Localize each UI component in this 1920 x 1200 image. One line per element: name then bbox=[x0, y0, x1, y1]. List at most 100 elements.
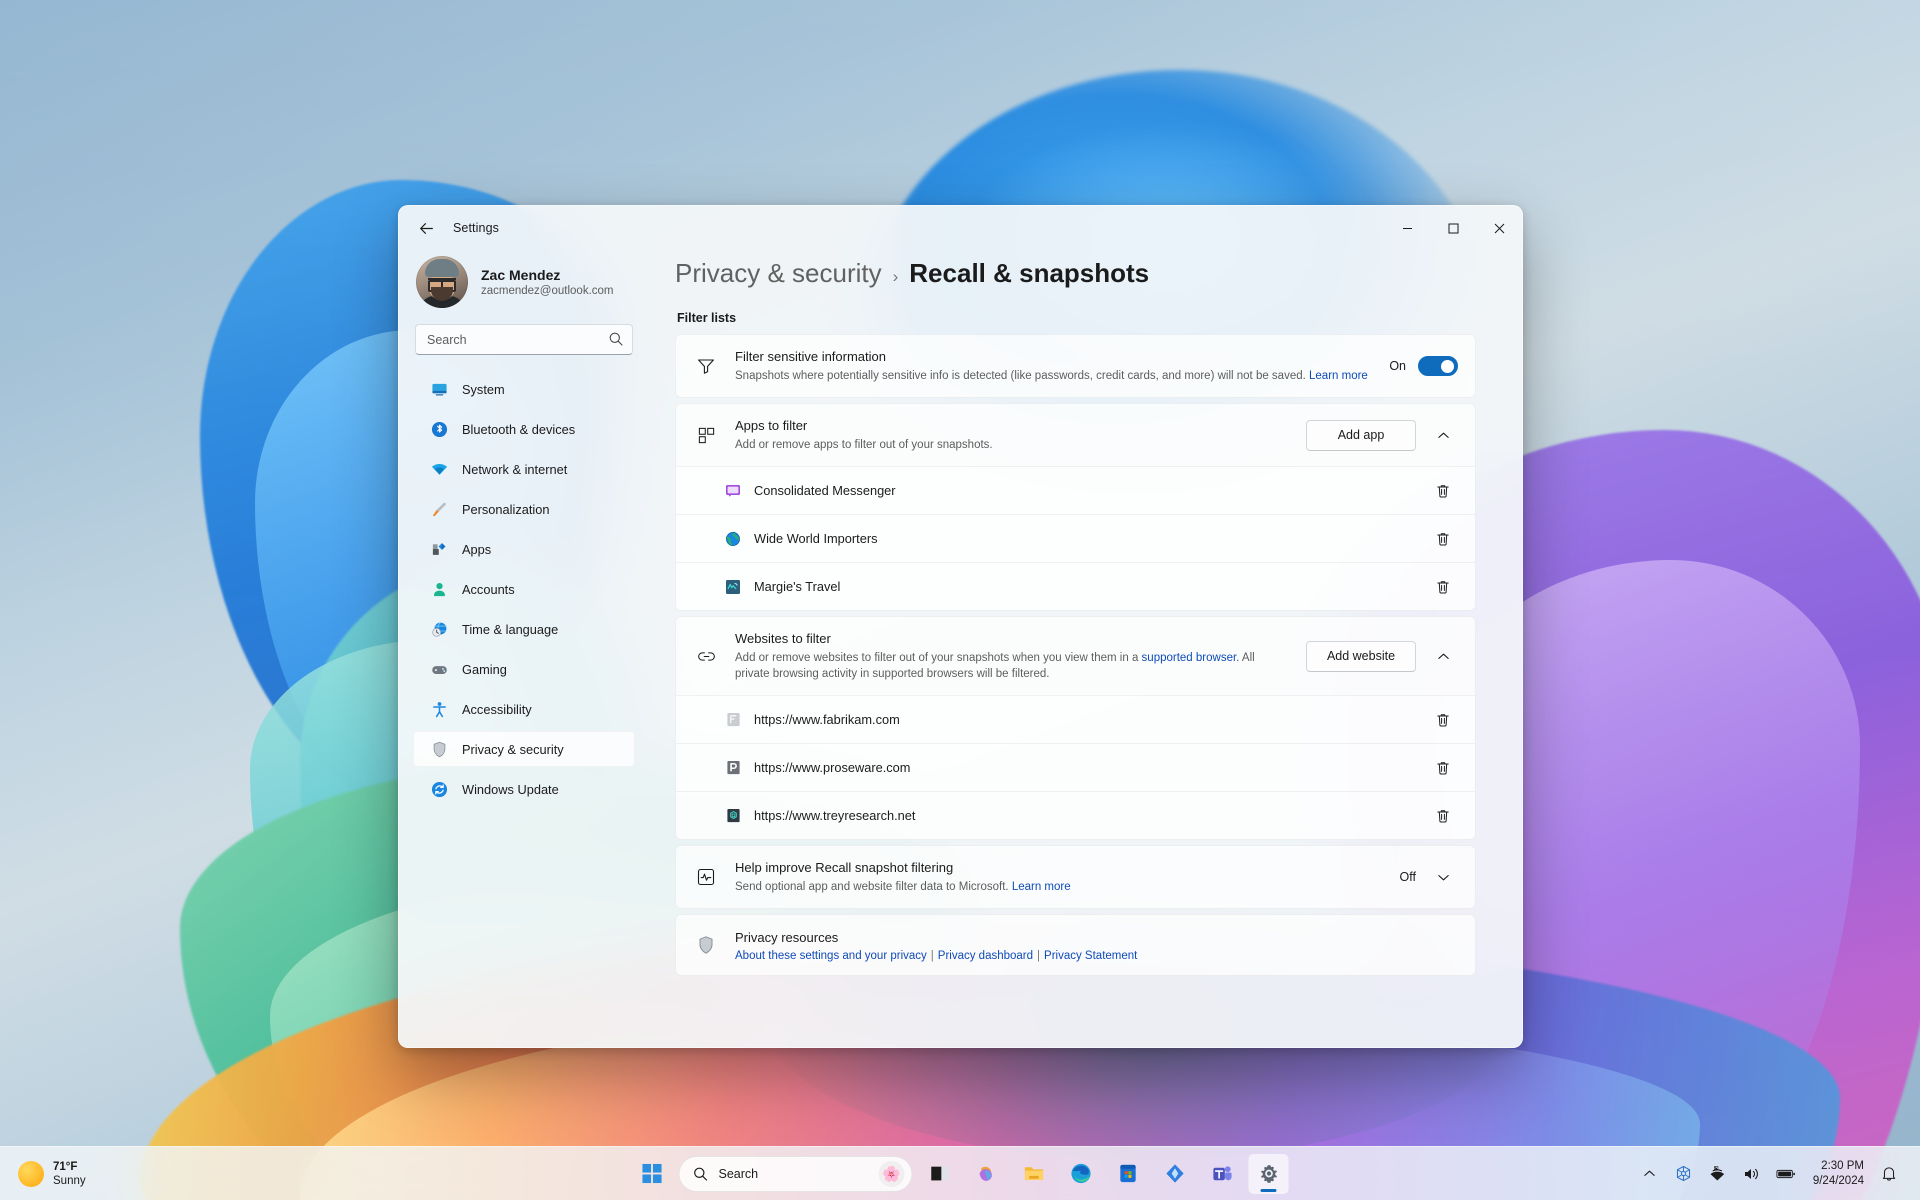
delete-button[interactable] bbox=[1428, 753, 1458, 783]
sidebar-item-privacy-security[interactable]: Privacy & security bbox=[413, 731, 635, 767]
task-view-button[interactable] bbox=[920, 1154, 960, 1194]
search-input[interactable] bbox=[415, 324, 633, 355]
battery-icon[interactable] bbox=[1771, 1157, 1801, 1191]
minimize-button[interactable] bbox=[1384, 206, 1430, 250]
show-hidden-icons-button[interactable] bbox=[1635, 1157, 1665, 1191]
copilot-tray-icon[interactable] bbox=[1669, 1157, 1699, 1191]
card-title: Privacy resources bbox=[735, 929, 839, 945]
add-app-button[interactable]: Add app bbox=[1306, 419, 1416, 451]
card-filter-sensitive-information: Filter sensitive information Snapshots w… bbox=[675, 334, 1476, 398]
lotus-flower-icon: 🌸 bbox=[878, 1160, 905, 1187]
settings-gear-icon bbox=[1260, 1165, 1277, 1183]
gamepad-icon bbox=[430, 660, 448, 678]
sidebar-item-apps[interactable]: Apps bbox=[413, 531, 635, 567]
profile-name: Zac Mendez bbox=[481, 267, 561, 283]
link-icon bbox=[693, 646, 719, 667]
breadcrumb-parent[interactable]: Privacy & security bbox=[675, 258, 882, 289]
start-button[interactable] bbox=[632, 1154, 672, 1194]
card-description-text: Add or remove websites to filter out of … bbox=[735, 652, 1142, 664]
add-website-button[interactable]: Add website bbox=[1306, 640, 1416, 672]
sidebar-item-accessibility[interactable]: Accessibility bbox=[413, 691, 635, 727]
window-titlebar: Settings bbox=[399, 206, 1522, 250]
card-title: Filter sensitive information bbox=[735, 349, 886, 364]
sidebar-item-label: Personalization bbox=[462, 501, 550, 517]
help-improve-state-label: Off bbox=[1399, 870, 1416, 884]
sidebar-item-label: System bbox=[462, 381, 505, 397]
clock-date-text: 9/24/2024 bbox=[1812, 1174, 1864, 1187]
about-settings-privacy-link[interactable]: About these settings and your privacy bbox=[735, 950, 927, 962]
taskbar: 71°F Sunny Search 🌸 2:30 PM 9/24/2024 bbox=[0, 1146, 1920, 1200]
back-button[interactable] bbox=[409, 213, 443, 243]
filter-sensitive-toggle[interactable] bbox=[1418, 356, 1458, 376]
privacy-statement-link[interactable]: Privacy Statement bbox=[1044, 950, 1137, 962]
delete-button[interactable] bbox=[1428, 705, 1458, 735]
user-profile[interactable]: Zac Mendez zacmendez@outlook.com bbox=[413, 250, 639, 324]
list-item[interactable]: Wide World Importers bbox=[676, 514, 1475, 562]
photos-icon bbox=[1165, 1164, 1184, 1183]
taskbar-search-box[interactable]: Search 🌸 bbox=[678, 1155, 913, 1192]
delete-button[interactable] bbox=[1428, 801, 1458, 831]
weather-widget[interactable]: 71°F Sunny bbox=[0, 1151, 150, 1197]
card-title: Websites to filter bbox=[735, 631, 831, 646]
list-item[interactable]: https://www.treyresearch.net bbox=[676, 791, 1475, 839]
window-controls bbox=[1384, 206, 1522, 250]
collapse-websites-chevron-up-icon[interactable] bbox=[1428, 641, 1458, 671]
edge-icon bbox=[1070, 1163, 1091, 1184]
accessibility-icon bbox=[430, 700, 448, 718]
list-item[interactable]: https://www.fabrikam.com bbox=[676, 695, 1475, 743]
settings-button[interactable] bbox=[1248, 1153, 1289, 1194]
copilot-icon bbox=[979, 1166, 992, 1181]
shield-icon bbox=[693, 935, 719, 955]
sidebar-item-time-language[interactable]: Time & language bbox=[413, 611, 635, 647]
clock-date[interactable]: 2:30 PM 9/24/2024 bbox=[1805, 1156, 1870, 1192]
search-icon bbox=[694, 1167, 708, 1181]
list-item[interactable]: Margie's Travel bbox=[676, 562, 1475, 610]
expand-help-improve-chevron-down-icon[interactable] bbox=[1428, 862, 1458, 892]
list-item[interactable]: Consolidated Messenger bbox=[676, 466, 1475, 514]
list-item-label: Wide World Importers bbox=[754, 531, 878, 546]
sidebar-item-label: Network & internet bbox=[462, 461, 568, 477]
sidebar-item-network-internet[interactable]: Network & internet bbox=[413, 451, 635, 487]
minimize-icon bbox=[1402, 227, 1412, 229]
photos-button[interactable] bbox=[1155, 1154, 1195, 1194]
card-apps-to-filter: Apps to filter Add or remove apps to fil… bbox=[675, 403, 1476, 611]
maximize-button[interactable] bbox=[1430, 206, 1476, 250]
collapse-apps-chevron-up-icon[interactable] bbox=[1428, 420, 1458, 450]
list-item-label: https://www.fabrikam.com bbox=[754, 712, 900, 727]
sidebar-item-personalization[interactable]: Personalization bbox=[413, 491, 635, 527]
delete-button[interactable] bbox=[1428, 572, 1458, 602]
privacy-dashboard-link[interactable]: Privacy dashboard bbox=[938, 950, 1033, 962]
wifi-icon bbox=[430, 460, 448, 478]
clock-time: 2:30 PM bbox=[1821, 1159, 1864, 1172]
section-label-filter-lists: Filter lists bbox=[677, 311, 737, 325]
file-explorer-button[interactable] bbox=[1014, 1154, 1054, 1194]
sidebar-item-label: Gaming bbox=[462, 661, 507, 677]
sidebar-item-gaming[interactable]: Gaming bbox=[413, 651, 635, 687]
close-button[interactable] bbox=[1476, 206, 1522, 250]
learn-more-link[interactable]: Learn more bbox=[1012, 881, 1071, 893]
notifications-button[interactable] bbox=[1874, 1157, 1904, 1191]
microsoft-store-button[interactable] bbox=[1108, 1154, 1148, 1194]
volume-icon[interactable] bbox=[1737, 1157, 1767, 1191]
delete-button[interactable] bbox=[1428, 524, 1458, 554]
taskbar-search-label: Search bbox=[718, 1166, 759, 1181]
copilot-button[interactable] bbox=[967, 1154, 1007, 1194]
sun-icon bbox=[18, 1160, 44, 1187]
teams-button[interactable] bbox=[1202, 1154, 1242, 1194]
sidebar-item-system[interactable]: System bbox=[413, 371, 635, 407]
link-separator: | bbox=[930, 949, 934, 962]
edge-button[interactable] bbox=[1061, 1154, 1101, 1194]
messenger-app-icon bbox=[724, 482, 742, 500]
network-icon[interactable] bbox=[1703, 1157, 1733, 1191]
sidebar-item-bluetooth-devices[interactable]: Bluetooth & devices bbox=[413, 411, 635, 447]
card-description: Snapshots where potentially sensitive in… bbox=[735, 368, 1373, 384]
sidebar-search bbox=[415, 324, 633, 355]
sidebar-item-windows-update[interactable]: Windows Update bbox=[413, 771, 635, 807]
card-websites-to-filter: Websites to filter Add or remove website… bbox=[675, 616, 1476, 840]
supported-browser-link[interactable]: supported browser bbox=[1142, 652, 1237, 664]
sidebar-item-accounts[interactable]: Accounts bbox=[413, 571, 635, 607]
sidebar-item-label: Privacy & security bbox=[462, 741, 564, 757]
list-item[interactable]: https://www.proseware.com bbox=[676, 743, 1475, 791]
learn-more-link[interactable]: Learn more bbox=[1309, 370, 1368, 382]
delete-button[interactable] bbox=[1428, 476, 1458, 506]
